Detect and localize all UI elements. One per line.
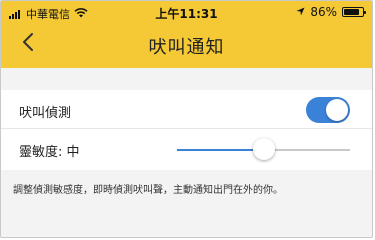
section-spacer [1, 68, 372, 90]
slider-track-active [177, 149, 264, 151]
bark-detection-row: 吠叫偵測 [1, 90, 372, 129]
bark-detection-label: 吠叫偵測 [19, 106, 72, 121]
sensitivity-row: 靈敏度: 中 [1, 129, 372, 170]
battery-icon [342, 7, 366, 17]
app-frame: 中華電信 上午11:31 86% 吠叫通知 吠叫偵測 靈敏度: 中 調整偵測敏感… [0, 0, 373, 238]
sensitivity-label: 靈敏度: 中 [19, 145, 80, 160]
footer-note: 調整偵測敏感度，即時偵測吠叫聲，主動通知出門在外的你。 [13, 185, 283, 196]
battery-percent: 86% [310, 5, 337, 19]
toggle-knob [326, 99, 348, 121]
header: 中華電信 上午11:31 86% 吠叫通知 [1, 1, 372, 68]
location-arrow-icon [296, 5, 305, 19]
bark-detection-toggle[interactable] [306, 97, 350, 123]
status-bar: 中華電信 上午11:31 86% [1, 1, 372, 23]
page-title: 吠叫通知 [148, 37, 225, 58]
footer-section: 調整偵測敏感度，即時偵測吠叫聲，主動通知出門在外的你。 [1, 170, 372, 237]
sensitivity-slider[interactable] [177, 138, 350, 160]
status-right: 86% [296, 5, 366, 19]
slider-thumb[interactable] [252, 138, 275, 160]
nav-bar: 吠叫通知 [1, 23, 372, 68]
slider-track [263, 149, 350, 151]
